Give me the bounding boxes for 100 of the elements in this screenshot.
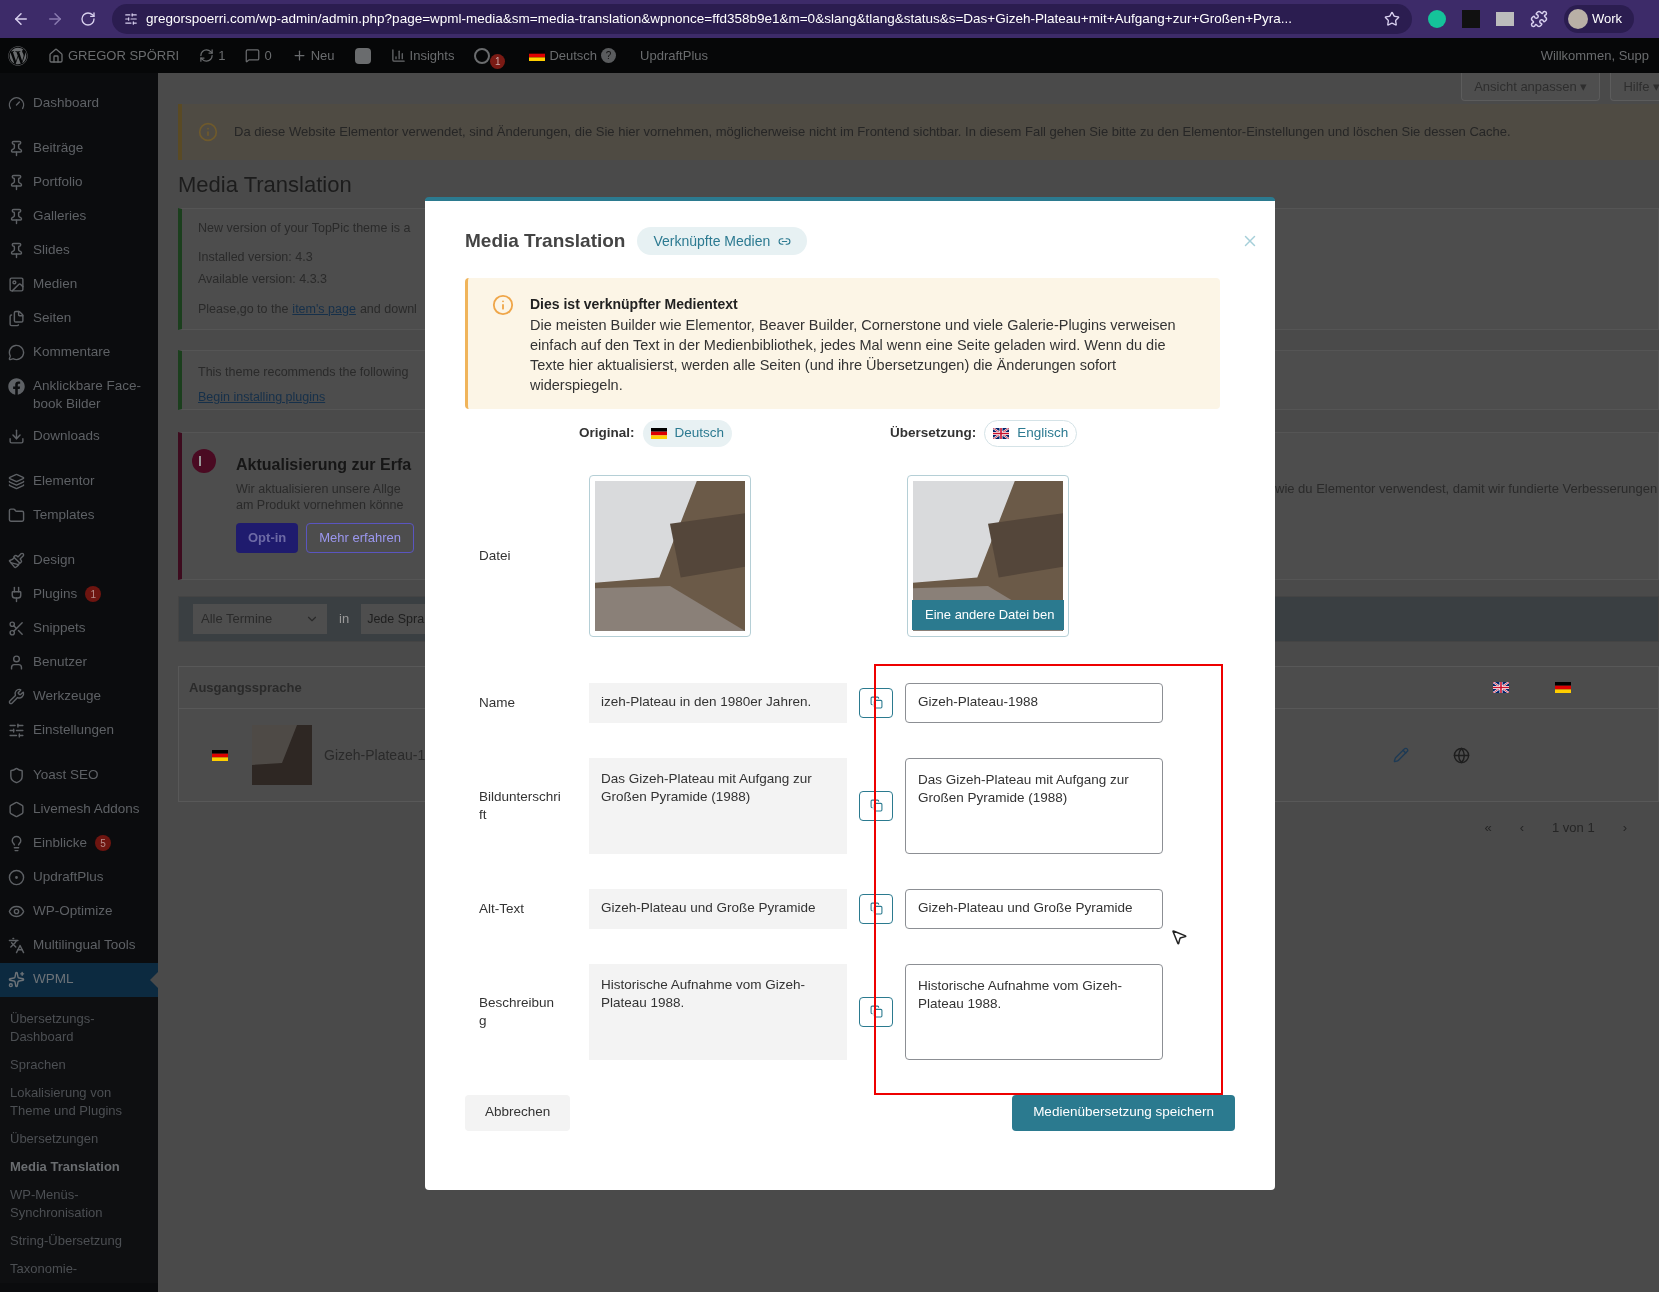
avatar-icon: [1568, 9, 1588, 29]
home-icon[interactable]: [48, 47, 64, 64]
sidebar-item[interactable]: Plugins 1: [0, 578, 158, 612]
sparkles-icon: [8, 971, 25, 988]
copy-button[interactable]: [859, 790, 893, 821]
sidebar-item[interactable]: Downloads: [0, 420, 158, 454]
submenu-item[interactable]: Übersetzungs-Dashboard: [0, 1005, 158, 1051]
sidebar-item[interactable]: UpdraftPlus: [0, 861, 158, 895]
pin-icon: [8, 242, 25, 259]
reload-icon[interactable]: [80, 11, 96, 27]
comments-count[interactable]: 0: [264, 45, 272, 66]
new-link[interactable]: Neu: [310, 45, 335, 66]
updates-icon[interactable]: [199, 48, 215, 63]
sidebar-item[interactable]: Galleries: [0, 200, 158, 234]
pagination-control[interactable]: «: [1484, 818, 1492, 838]
count-badge: 1: [85, 586, 102, 602]
sidebar-item[interactable]: Dashboard: [0, 87, 158, 121]
pagination-control[interactable]: ‹: [1519, 818, 1524, 838]
submenu-item[interactable]: Übersetzungen: [0, 1125, 158, 1153]
download-icon: [8, 428, 25, 445]
scissors-icon: [8, 620, 25, 637]
sidebar-item[interactable]: Livemesh Addons: [0, 793, 158, 827]
sidebar-item[interactable]: Yoast SEO: [0, 759, 158, 793]
help-badge[interactable]: ?: [601, 48, 617, 63]
original-field[interactable]: izeh-Plateau in den 1980er Jahren.: [589, 682, 847, 723]
submenu-item[interactable]: Media Translation: [0, 1153, 158, 1181]
sidebar-item[interactable]: Einstellungen: [0, 714, 158, 748]
translation-textarea[interactable]: Das Gizeh-Plateau mit Aufgang zur Großen Pyramide (1988): [905, 757, 1163, 854]
dialog-title: Media Translation: [465, 229, 626, 253]
updates-count[interactable]: 1: [218, 45, 226, 66]
wordpress-logo-icon[interactable]: [8, 45, 28, 66]
sidebar-item[interactable]: Snippets: [0, 612, 158, 646]
profile-button[interactable]: Work: [1564, 5, 1635, 33]
bar-chart-icon[interactable]: [390, 48, 406, 63]
in-label: in: [338, 610, 351, 629]
sidebar-item[interactable]: Medien: [0, 268, 158, 302]
sidebar-item[interactable]: Portfolio: [0, 166, 158, 200]
sidebar-item[interactable]: Slides: [0, 234, 158, 268]
extension-icon[interactable]: [1428, 10, 1446, 28]
pages-icon: [8, 310, 25, 327]
copy-icon: [869, 696, 883, 709]
back-icon[interactable]: [12, 10, 30, 28]
translation-field[interactable]: Gizeh-Plateau und Große Pyramide: [905, 888, 1163, 929]
sidebar-item[interactable]: Werkzeuge: [0, 680, 158, 714]
sidebar-item[interactable]: Anklickbare Face-book Bilder: [0, 370, 158, 420]
sidebar-item[interactable]: Einblicke 5: [0, 827, 158, 861]
pin-icon: [8, 174, 25, 191]
language-switcher[interactable]: Deutsch: [549, 45, 598, 66]
sidebar-item[interactable]: Design: [0, 544, 158, 578]
pin-icon: [8, 140, 25, 157]
original-textarea[interactable]: Historische Aufnahme vom Gizeh-Plateau 1988.: [589, 963, 847, 1060]
copy-icon: [869, 1005, 883, 1018]
sidebar-item[interactable]: Seiten: [0, 302, 158, 336]
insights-link[interactable]: Insights: [409, 45, 455, 66]
original-field[interactable]: Gizeh-Plateau und Große Pyramide: [589, 888, 847, 929]
translation-field[interactable]: Gizeh-Plateau-1988: [905, 682, 1163, 723]
sidebar-item[interactable]: Benutzer: [0, 646, 158, 680]
media-icon: [8, 276, 25, 293]
copy-button[interactable]: [859, 687, 893, 718]
copy-button[interactable]: [859, 996, 893, 1027]
sidebar-item[interactable]: WPML: [0, 963, 158, 997]
opt-in-button[interactable]: Opt-in: [236, 523, 299, 553]
pagination-control[interactable]: ›: [1622, 818, 1627, 838]
site-settings-icon[interactable]: [124, 12, 138, 26]
welcome-text[interactable]: Willkommen, Supp: [1540, 45, 1649, 66]
replace-file-button[interactable]: Eine andere Datei ben: [912, 599, 1064, 630]
submenu-item[interactable]: String-Übersetzung: [0, 1227, 158, 1255]
address-bar[interactable]: gregorspoerri.com/wp-admin/admin.php?page=wpml-media&sm=media-translation&wpnonce=ffd358b9e1&m=0&slang&tlang&status&s=Das+Gizeh-Plateau+mit+Aufgang+zur+Großen+Pyra...: [112, 4, 1412, 34]
thumbnail-image: [252, 725, 312, 785]
sidebar-item[interactable]: Beiträge: [0, 132, 158, 166]
learn-more-button[interactable]: Mehr erfahren: [306, 523, 414, 553]
submenu-item[interactable]: Taxonomie-: [0, 1255, 158, 1283]
cancel-button[interactable]: Abbrechen: [465, 1094, 571, 1131]
copy-button[interactable]: [859, 893, 893, 924]
submenu-item[interactable]: Lokalisierung von Theme und Plugins: [0, 1079, 158, 1125]
site-name-link[interactable]: GREGOR SPÖRRI: [68, 45, 180, 66]
forward-icon[interactable]: [46, 10, 64, 28]
updraftplus-link[interactable]: UpdraftPlus: [640, 45, 708, 66]
sidebar-item[interactable]: Kommentare: [0, 336, 158, 370]
comment-icon[interactable]: [245, 48, 261, 63]
sidebar-item[interactable]: Multilingual Tools: [0, 929, 158, 963]
save-translation-button[interactable]: Medienübersetzung speichern: [1012, 1094, 1235, 1131]
bookmark-icon[interactable]: [1384, 11, 1400, 27]
original-textarea[interactable]: Das Gizeh-Plateau mit Aufgang zur Großen Pyramide (1988): [589, 757, 847, 854]
sidebar-item[interactable]: WP-Optimize: [0, 895, 158, 929]
active-pointer: [150, 972, 158, 988]
extensions-icon[interactable]: [1530, 10, 1548, 28]
original-label: Original:: [579, 424, 635, 443]
globe-icon[interactable]: [1453, 746, 1470, 764]
count-badge: 5: [95, 835, 112, 851]
germany-flag-icon: [650, 428, 667, 439]
sidebar-item[interactable]: Templates: [0, 499, 158, 533]
linked-media-badge[interactable]: Verknüpfte Medien: [637, 227, 808, 256]
submenu-item[interactable]: Sprachen: [0, 1051, 158, 1079]
translation-textarea[interactable]: Historische Aufnahme vom Gizeh-Plateau 1988.: [905, 963, 1163, 1060]
sidebar-item[interactable]: Elementor: [0, 465, 158, 499]
field-label: Alt-Text: [479, 899, 525, 918]
field-label: Name: [479, 693, 516, 712]
submenu-item[interactable]: WP-Menüs-Synchronisation: [0, 1181, 158, 1227]
plus-icon[interactable]: [291, 48, 307, 63]
